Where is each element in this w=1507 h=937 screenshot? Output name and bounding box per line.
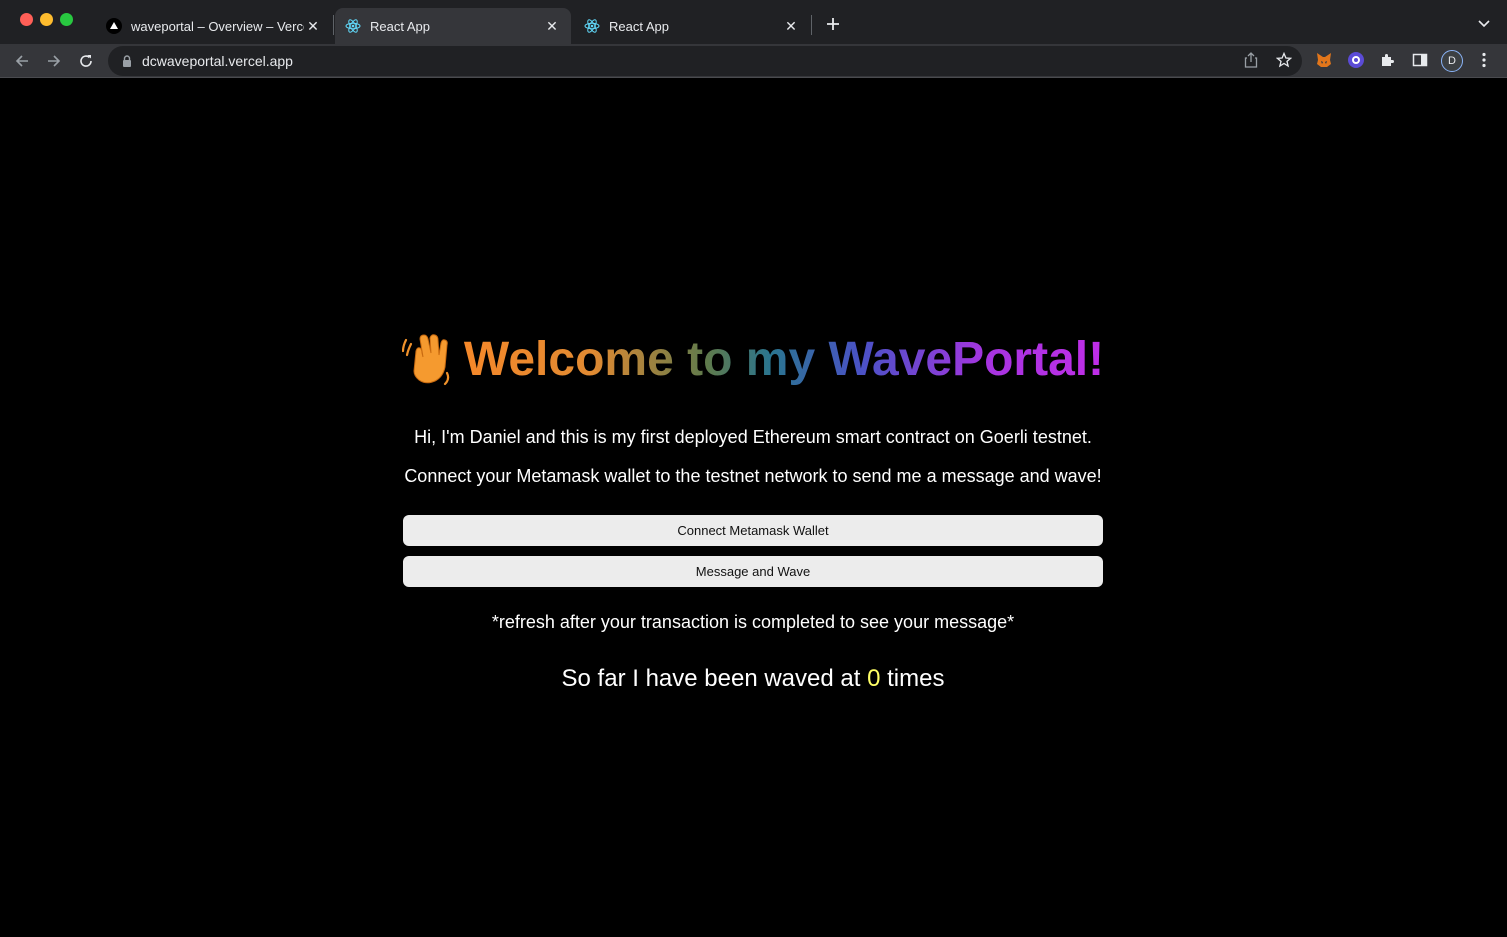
tab-search-button[interactable] xyxy=(1472,12,1496,36)
wave-count: 0 xyxy=(867,665,881,692)
heading-text: Welcome to my WavePortal! xyxy=(464,328,1104,392)
tab-separator xyxy=(811,15,812,35)
tab-react-app[interactable]: React App ✕ xyxy=(574,8,810,44)
new-tab-button[interactable] xyxy=(821,12,845,36)
intro-text: Hi, I'm Daniel and this is my first depl… xyxy=(414,427,1092,447)
instructions-text: Connect your Metamask wallet to the test… xyxy=(404,466,1102,486)
tab-title: React App xyxy=(609,18,669,34)
metamask-fox-icon[interactable] xyxy=(1313,49,1335,71)
arrow-right-icon xyxy=(48,55,61,67)
chevron-down-icon xyxy=(1478,20,1490,28)
forward-button[interactable] xyxy=(41,48,67,74)
page-heading: Welcome to my WavePortal! xyxy=(401,328,1104,392)
tab-separator xyxy=(333,15,334,35)
counter-suffix: times xyxy=(887,665,945,692)
minimize-window-button[interactable] xyxy=(40,13,53,26)
share-icon[interactable] xyxy=(1241,50,1261,70)
address-bar[interactable]: dcwaveportal.vercel.app xyxy=(108,46,1302,76)
extensions-puzzle-icon[interactable] xyxy=(1377,49,1399,71)
lock-icon[interactable] xyxy=(120,54,134,68)
maximize-window-button[interactable] xyxy=(60,13,73,26)
close-tab-icon[interactable]: ✕ xyxy=(543,17,561,35)
react-icon xyxy=(345,18,361,34)
more-menu-icon[interactable] xyxy=(1473,49,1495,71)
vercel-triangle-icon xyxy=(106,18,122,34)
tab-title: waveportal – Overview – Vercel xyxy=(131,18,304,34)
waving-hand-icon xyxy=(401,333,456,387)
wave-counter: So far I have been waved at 0 times xyxy=(562,665,945,693)
page-viewport: Welcome to my WavePortal! Hi, I'm Daniel… xyxy=(0,78,1507,937)
bookmark-star-icon[interactable] xyxy=(1274,50,1294,70)
reload-button[interactable] xyxy=(73,48,99,74)
close-tab-icon[interactable]: ✕ xyxy=(304,17,322,35)
close-window-button[interactable] xyxy=(20,13,33,26)
extension-purple-icon[interactable] xyxy=(1345,49,1367,71)
back-button[interactable] xyxy=(9,48,35,74)
tab-strip: waveportal – Overview – Vercel ✕ React A… xyxy=(0,0,1507,44)
arrow-left-icon xyxy=(15,55,28,67)
react-icon xyxy=(584,18,600,34)
close-tab-icon[interactable]: ✕ xyxy=(782,17,800,35)
plus-icon xyxy=(827,18,839,30)
reload-icon xyxy=(80,55,92,67)
side-panel-icon[interactable] xyxy=(1409,49,1431,71)
url-text[interactable]: dcwaveportal.vercel.app xyxy=(142,53,293,69)
message-and-wave-button[interactable]: Message and Wave xyxy=(403,556,1103,587)
connect-wallet-button[interactable]: Connect Metamask Wallet xyxy=(403,515,1103,546)
tab-title: React App xyxy=(370,18,430,34)
wave-portal-container: Welcome to my WavePortal! Hi, I'm Daniel… xyxy=(401,328,1104,693)
browser-window: waveportal – Overview – Vercel ✕ React A… xyxy=(0,0,1507,937)
browser-toolbar: dcwaveportal.vercel.app D xyxy=(0,44,1507,78)
profile-avatar[interactable]: D xyxy=(1441,50,1463,72)
tab-vercel-overview[interactable]: waveportal – Overview – Vercel ✕ xyxy=(96,8,332,44)
tab-react-app-active[interactable]: React App ✕ xyxy=(335,8,571,44)
refresh-note: *refresh after your transaction is compl… xyxy=(491,612,1015,632)
counter-prefix: So far I have been waved at xyxy=(561,665,861,692)
